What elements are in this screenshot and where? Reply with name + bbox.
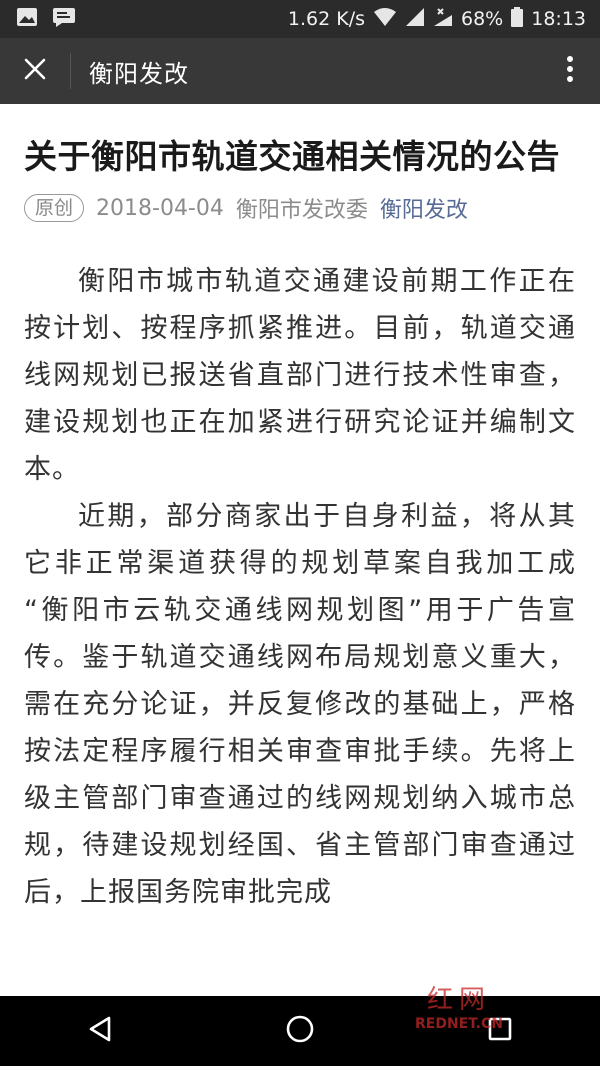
status-left: [0, 7, 76, 32]
rednet-watermark: 红网 REDNET.CN: [404, 985, 514, 1045]
watermark-domain: REDNET.CN: [415, 1016, 503, 1032]
article-content[interactable]: 关于衡阳市轨道交通相关情况的公告 原创 2018-04-04 衡阳市发改委 衡阳…: [0, 104, 600, 996]
account-link[interactable]: 衡阳发改: [380, 192, 468, 224]
article-paragraph: 近期，部分商家出于自身利益，将从其它非正常渠道获得的规划草案自我加工成 “衡阳市…: [24, 501, 576, 908]
battery-percent: 68%: [461, 8, 504, 30]
home-circle-icon: [285, 1014, 315, 1048]
back-button[interactable]: [65, 996, 135, 1066]
article-meta: 原创 2018-04-04 衡阳市发改委 衡阳发改: [24, 192, 576, 224]
image-icon: [16, 7, 38, 32]
article-title: 关于衡阳市轨道交通相关情况的公告: [24, 137, 560, 176]
clock: 18:13: [531, 8, 586, 30]
close-icon: [23, 57, 47, 85]
app-bar: 衡阳发改: [0, 38, 600, 104]
article-author: 衡阳市发改委: [235, 198, 368, 223]
more-options-button[interactable]: [540, 38, 600, 104]
battery-icon: [511, 6, 524, 32]
wifi-icon: [373, 7, 397, 32]
home-button[interactable]: [265, 996, 335, 1066]
watermark-logo-text: 红网: [426, 985, 491, 1015]
signal-x-icon: [433, 7, 453, 32]
signal-icon: [405, 7, 425, 32]
status-right: 1.62 K/s 68% 18:13: [287, 6, 600, 32]
original-badge: 原创: [24, 194, 85, 222]
close-button[interactable]: [0, 38, 70, 104]
back-triangle-icon: [87, 1015, 113, 1047]
network-speed: 1.62 K/s: [287, 8, 365, 30]
article-paragraph: 衡阳市城市轨道交通建设前期工作正在按计划、按程序抓紧推进。目前，轨道交通线网规划…: [24, 266, 576, 485]
status-bar: 1.62 K/s 68% 18:13: [0, 0, 600, 38]
notification-icon: [52, 7, 76, 32]
more-vertical-icon: [566, 55, 574, 87]
app-title: 衡阳发改: [89, 59, 189, 88]
publish-date: 2018-04-04: [96, 195, 224, 221]
